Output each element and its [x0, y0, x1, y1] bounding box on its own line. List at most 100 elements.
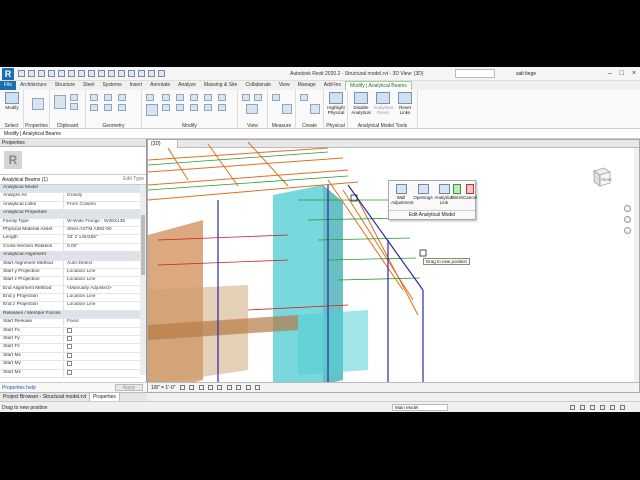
measure-tool-icon[interactable] — [272, 94, 280, 101]
tab-analyze[interactable]: Analyze — [174, 81, 200, 90]
property-row[interactable]: Start Fx — [0, 327, 140, 337]
tab-properties[interactable]: Properties — [90, 393, 120, 401]
3d-view[interactable]: {3D} Wall Adjustment Openings Analytical… — [147, 139, 640, 393]
property-row[interactable]: Start Release Fixed — [0, 319, 140, 328]
select-pinned-icon[interactable] — [600, 405, 605, 410]
thin-lines-icon[interactable] — [138, 70, 145, 77]
property-row[interactable]: Start Fz — [0, 344, 140, 353]
hide-icon[interactable] — [242, 94, 250, 101]
scale-icon[interactable] — [204, 104, 212, 111]
create-group-icon[interactable] — [310, 104, 320, 114]
property-value[interactable]: Location Line — [64, 277, 140, 284]
trim-icon[interactable] — [190, 94, 198, 101]
tab-collaborate[interactable]: Collaborate — [241, 81, 275, 90]
tab-annotate[interactable]: Annotate — [146, 81, 174, 90]
delete-icon[interactable] — [218, 104, 226, 111]
wall-adjustment-button[interactable]: Wall Adjustment — [391, 184, 414, 205]
maximize-icon[interactable]: □ — [620, 70, 624, 77]
property-checkbox[interactable] — [67, 369, 72, 375]
create-similar-icon[interactable] — [300, 94, 308, 101]
tag-icon[interactable] — [98, 70, 105, 77]
minimize-icon[interactable]: – — [608, 70, 612, 77]
tab-insert[interactable]: Insert — [126, 81, 147, 90]
property-value[interactable] — [64, 336, 140, 343]
property-category[interactable]: Analytical Properties — [0, 210, 140, 219]
undo-icon[interactable] — [48, 70, 55, 77]
property-value[interactable] — [64, 369, 140, 377]
zoom-icon[interactable] — [624, 216, 631, 223]
tab-massing[interactable]: Massing & Site — [200, 81, 241, 90]
tab-project-browser[interactable]: Project Browser - Structural model.rvt — [0, 393, 91, 401]
dimension-tool-icon[interactable] — [282, 104, 292, 114]
print-icon[interactable] — [68, 70, 75, 77]
property-row[interactable]: Start Fy — [0, 336, 140, 345]
property-row[interactable]: End z Projection Location Line — [0, 302, 140, 311]
property-row[interactable]: Start Mx — [0, 352, 140, 362]
section-icon[interactable] — [128, 70, 135, 77]
property-checkbox[interactable] — [67, 344, 72, 350]
sun-path-icon[interactable] — [198, 385, 204, 391]
tab-addins[interactable]: Add-Ins — [320, 81, 345, 90]
crop-icon[interactable] — [226, 385, 232, 391]
property-value[interactable]: Steel ASTM A992-50 — [64, 227, 140, 234]
property-value[interactable]: Location Line — [64, 302, 140, 309]
edit-type-button[interactable]: Edit Type — [123, 176, 144, 182]
detail-level-icon[interactable] — [179, 385, 185, 391]
properties-icon[interactable] — [32, 98, 44, 110]
properties-scrollbar[interactable] — [140, 185, 146, 375]
apply-button[interactable]: Apply — [115, 384, 143, 391]
property-value[interactable] — [64, 361, 140, 368]
3d-view-icon[interactable] — [118, 70, 125, 77]
highlight-physical-button[interactable]: Highlight Physical — [325, 92, 347, 115]
mirror-icon[interactable] — [176, 94, 184, 101]
property-value[interactable]: Location Line — [64, 269, 140, 276]
open-icon[interactable] — [18, 70, 25, 77]
property-row[interactable]: Start My — [0, 361, 140, 370]
property-row[interactable]: End y Projection Location Line — [0, 294, 140, 303]
modify-button[interactable]: Modify — [1, 92, 23, 110]
override-icon[interactable] — [254, 94, 262, 101]
offset-icon[interactable] — [162, 94, 170, 101]
property-row[interactable]: Start Mz — [0, 369, 140, 378]
steering-wheel-icon[interactable] — [624, 205, 631, 212]
property-category[interactable]: Analytical Alignment — [0, 252, 140, 261]
visual-style-icon[interactable] — [189, 385, 195, 391]
sync-icon[interactable] — [38, 70, 45, 77]
close-hidden-icon[interactable] — [148, 70, 155, 77]
model-canvas[interactable] — [148, 140, 640, 393]
active-model-select[interactable]: Main Model — [392, 404, 448, 411]
property-row[interactable]: Analyze As Gravity — [0, 193, 140, 202]
tab-systems[interactable]: Systems — [98, 81, 125, 90]
cut-geometry-icon[interactable] — [90, 104, 98, 111]
reset-links-button[interactable]: Reset Links — [394, 92, 416, 115]
text-icon[interactable] — [108, 70, 115, 77]
copy-element-icon[interactable] — [162, 104, 170, 111]
render-icon[interactable] — [217, 385, 223, 391]
split-face-icon[interactable] — [118, 94, 126, 101]
select-links-icon[interactable] — [590, 405, 595, 410]
properties-help-link[interactable]: Properties help — [2, 385, 36, 391]
measure-icon[interactable] — [78, 70, 85, 77]
property-checkbox[interactable] — [67, 352, 72, 358]
save-icon[interactable] — [28, 70, 35, 77]
tab-modify-analytical-beams[interactable]: Modify | Analytical Beams — [344, 81, 412, 90]
property-value[interactable]: 33' 2 145/256" — [64, 235, 140, 242]
array-icon[interactable] — [204, 94, 212, 101]
openings-button[interactable]: Openings — [413, 184, 433, 200]
wall-joins-icon[interactable] — [104, 104, 112, 111]
property-category[interactable]: Releases / Member Forces — [0, 310, 140, 320]
view-scrollbar[interactable] — [634, 148, 639, 383]
property-checkbox[interactable] — [67, 361, 72, 367]
type-selector[interactable]: R — [0, 147, 146, 175]
property-row[interactable]: Physical Material Asset Steel ASTM A992-5… — [0, 226, 140, 236]
property-category[interactable]: Analytical Model — [0, 185, 140, 194]
redo-icon[interactable] — [58, 70, 65, 77]
analytical-model-icon[interactable] — [254, 385, 260, 391]
instance-filter[interactable]: Analytical Beams (1) Edit Type — [0, 175, 146, 185]
revit-logo-icon[interactable]: R — [2, 68, 14, 80]
pan-icon[interactable] — [624, 227, 631, 234]
tab-view[interactable]: View — [275, 81, 294, 90]
cut-icon[interactable] — [70, 94, 78, 101]
property-value[interactable]: Location Line — [64, 294, 140, 301]
property-row[interactable]: Length 33' 2 145/256" — [0, 235, 140, 244]
